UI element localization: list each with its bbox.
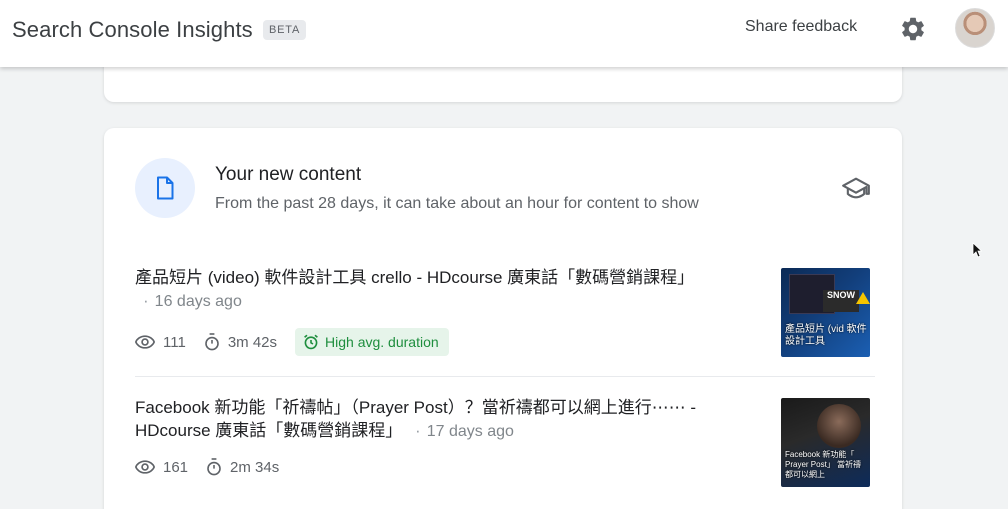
views-stat: 161 [135,459,188,476]
timer-icon [205,333,219,351]
card-subtitle: From the past 28 days, it can take about… [215,195,699,212]
content-item-stats: 111 3m 42s High avg. duration [135,328,449,356]
content-item[interactable]: 產品短片 (video) 軟件設計工具 crello - HDcourse 廣東… [135,266,875,356]
new-content-card: Your new content From the past 28 days, … [104,128,902,509]
document-icon [135,158,195,218]
high-duration-badge: High avg. duration [295,328,449,356]
gear-icon[interactable] [899,15,927,43]
eye-icon [135,460,155,474]
timer-icon [207,458,221,476]
content-item[interactable]: Facebook 新功能「祈禱帖」（Prayer Post）？當祈禱都可以網上進… [135,396,875,476]
avatar[interactable] [955,8,995,48]
alarm-icon [304,334,318,350]
school-icon[interactable] [842,176,870,205]
content-item-title[interactable]: Facebook 新功能「祈禱帖」（Prayer Post）？當祈禱都可以網上進… [135,396,745,443]
app-bar: Search Console Insights BETA Share feedb… [0,0,1008,67]
content-item-date: 17 days ago [426,423,514,440]
content-item-stats: 161 2m 34s [135,458,297,476]
duration-value: 3m 42s [227,333,278,351]
app-title: Search Console Insights [12,17,253,42]
beta-badge: BETA [263,20,307,40]
share-feedback-button[interactable]: Share feedback [745,18,857,36]
content-item-title[interactable]: 產品短片 (video) 軟件設計工具 crello - HDcourse 廣東… [135,266,745,313]
divider [135,376,875,377]
content-item-date: 16 days ago [154,293,242,310]
views-stat: 111 [135,334,186,351]
duration-stat: 3m 42s [204,333,277,351]
eye-icon [135,335,155,349]
views-count: 111 [163,333,186,351]
thumbnail-overlay: SNOW [823,290,859,312]
card-title: Your new content [215,164,362,185]
views-count: 161 [163,458,189,476]
duration-value: 2m 34s [230,458,280,476]
content-thumbnail[interactable]: Facebook 新功能「 Prayer Post」 當祈禱都可以網上 [781,398,870,487]
thumbnail-caption: Facebook 新功能「 Prayer Post」 當祈禱都可以網上 [785,450,862,479]
mouse-cursor-icon [972,242,983,263]
duration-stat: 2m 34s [206,458,279,476]
content-thumbnail[interactable]: SNOW 產品短片 (vid 軟件設計工具 [781,268,870,357]
thumbnail-caption: 產品短片 (vid 軟件設計工具 [785,324,867,347]
